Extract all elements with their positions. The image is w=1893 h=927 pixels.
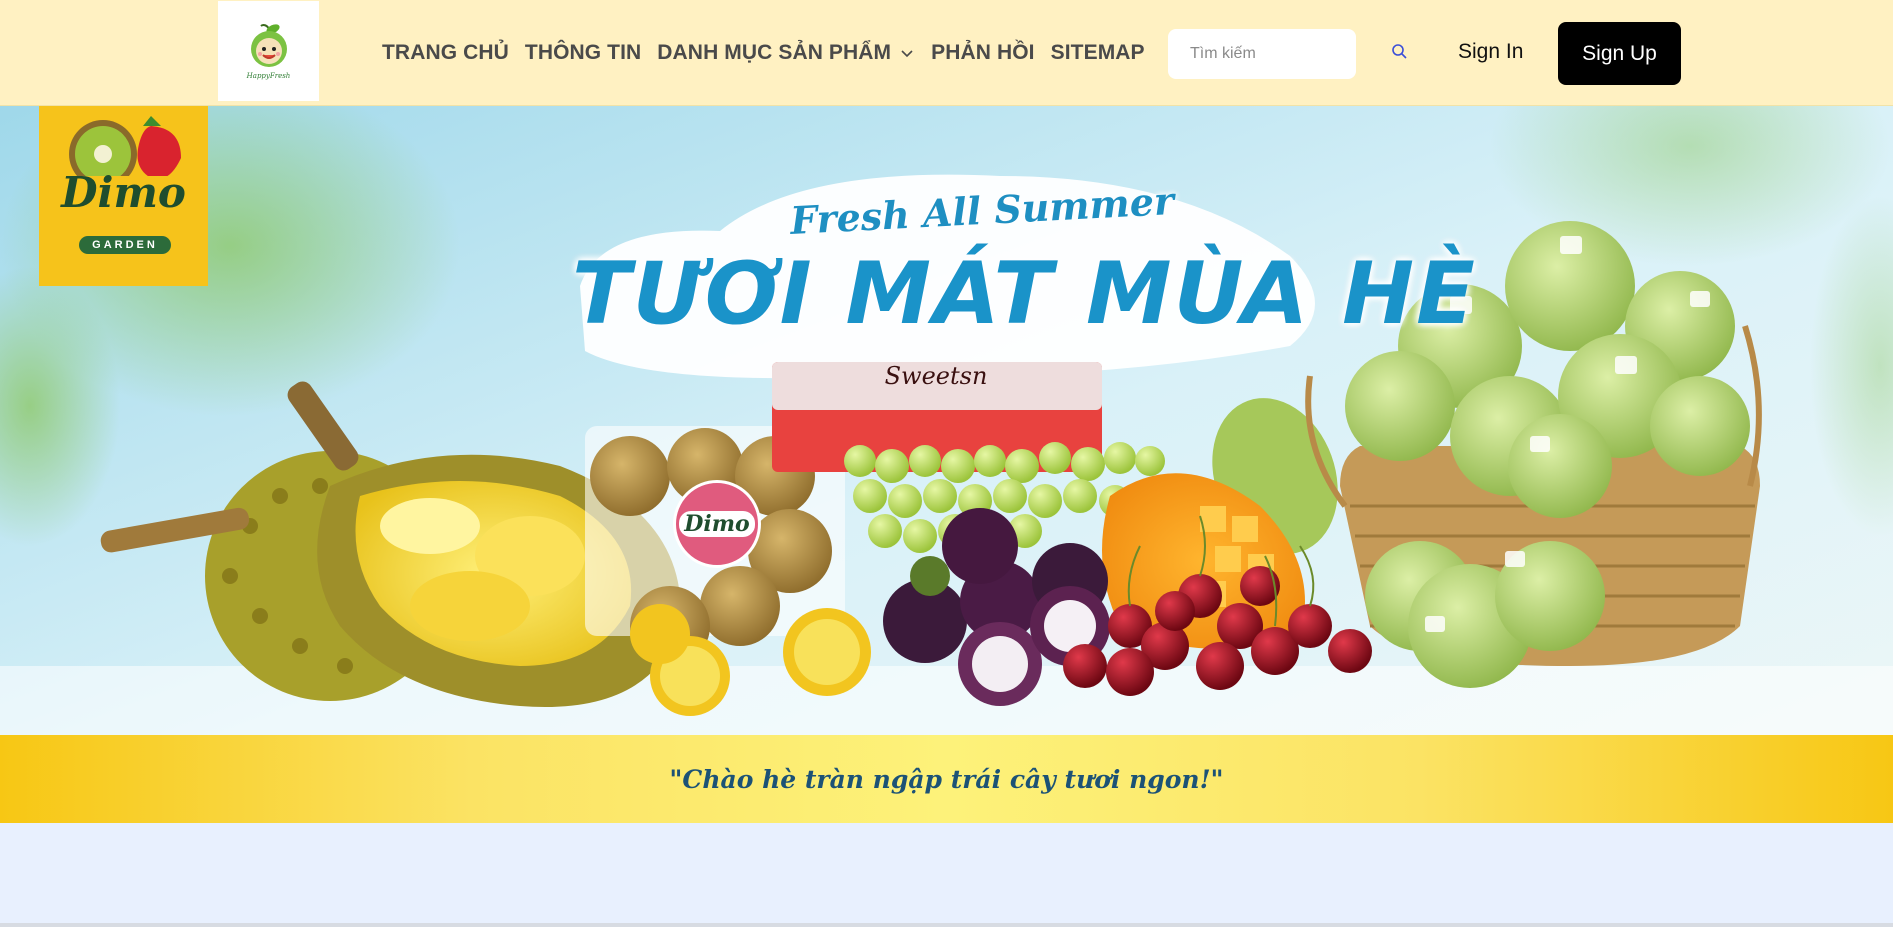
search-icon[interactable] xyxy=(1390,42,1410,62)
dimo-garden-badge: Dimo GARDEN xyxy=(39,106,208,286)
badge-subtitle: GARDEN xyxy=(79,236,171,254)
apple-mascot-logo xyxy=(250,23,287,67)
page-divider xyxy=(0,923,1893,927)
nav-item-categories-label: DANH MỤC SẢN PHẨM xyxy=(657,41,892,64)
search-box xyxy=(1168,29,1356,79)
tagline-band: "Chào hè tràn ngập trái cây tươi ngon!" xyxy=(0,735,1893,823)
badge-title: Dimo xyxy=(61,168,186,217)
dimo-sticker-text: Dimo xyxy=(679,511,755,537)
chevron-down-icon xyxy=(901,50,913,58)
hero-banner[interactable]: Sweetsn Dimo Dimo GARDEN Fresh All Summe… xyxy=(0,106,1893,823)
nav-item-categories[interactable]: DANH MỤC SẢN PHẨM xyxy=(657,41,915,65)
logo[interactable]: HappyFresh xyxy=(218,1,319,101)
headline-vietnamese: TƯƠI MÁT MÙA HÈ xyxy=(572,244,1477,344)
sign-in-link[interactable]: Sign In xyxy=(1458,40,1523,64)
kiwi-strawberry-icon xyxy=(69,116,181,176)
nav-item-about[interactable]: THÔNG TIN xyxy=(525,41,641,65)
logo-text: HappyFresh xyxy=(246,71,291,80)
nav-item-home[interactable]: TRANG CHỦ xyxy=(382,41,509,65)
sign-up-button[interactable]: Sign Up xyxy=(1558,22,1681,85)
nav-item-feedback[interactable]: PHẢN HỒI xyxy=(931,41,1034,65)
dimo-sticker: Dimo xyxy=(673,480,761,568)
nav-item-sitemap[interactable]: SITEMAP xyxy=(1051,41,1145,65)
site-header: HappyFresh TRANG CHỦ THÔNG TIN DANH MỤC … xyxy=(0,0,1893,106)
search-input[interactable] xyxy=(1190,45,1334,63)
main-nav: TRANG CHỦ THÔNG TIN DANH MỤC SẢN PHẨM PH… xyxy=(382,0,1161,106)
tagline: "Chào hè tràn ngập trái cây tươi ngon!" xyxy=(669,764,1224,794)
strawberry-pack-label: Sweetsn xyxy=(884,362,988,390)
